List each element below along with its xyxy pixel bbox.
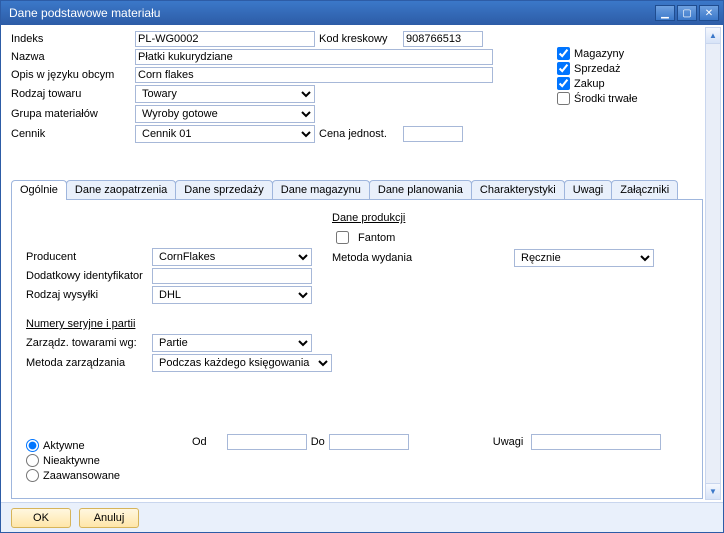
anuluj-button[interactable]: Anuluj bbox=[79, 508, 139, 528]
cennik-label: Cennik bbox=[11, 128, 131, 140]
nazwa-label: Nazwa bbox=[11, 51, 131, 63]
do-label: Do bbox=[311, 436, 325, 448]
vertical-scrollbar[interactable]: ▲ ▼ bbox=[705, 27, 721, 500]
fantom-label: Fantom bbox=[358, 232, 395, 244]
cena-input[interactable] bbox=[403, 126, 463, 142]
zaawansowane-radio[interactable] bbox=[26, 469, 39, 482]
titlebar: Dane podstawowe materiału ▁ ▢ ✕ bbox=[1, 1, 723, 25]
ok-button[interactable]: OK bbox=[11, 508, 71, 528]
cena-label: Cena jednost. bbox=[319, 128, 399, 140]
kod-label: Kod kreskowy bbox=[319, 33, 399, 45]
metodawyd-label: Metoda wydania bbox=[332, 252, 442, 264]
tab-charakterystyki[interactable]: Charakterystyki bbox=[471, 180, 565, 199]
aktywne-label: Aktywne bbox=[43, 440, 85, 452]
tab-magazynu[interactable]: Dane magazynu bbox=[272, 180, 370, 199]
flag-checkboxes: Magazyny Sprzedaż Zakup Środki trwałe bbox=[497, 47, 703, 107]
minimize-button[interactable]: ▁ bbox=[655, 5, 675, 21]
opis-label: Opis w języku obcym bbox=[11, 69, 131, 81]
magazyny-label: Magazyny bbox=[574, 48, 624, 60]
od-input[interactable] bbox=[227, 434, 307, 450]
nieaktywne-radio[interactable] bbox=[26, 454, 39, 467]
od-label: Od bbox=[192, 436, 207, 448]
tab-sprzedazy[interactable]: Dane sprzedaży bbox=[175, 180, 273, 199]
zaawansowane-label: Zaawansowane bbox=[43, 470, 120, 482]
header-form: Indeks Kod kreskowy Magazyny Sprzedaż Za… bbox=[11, 31, 703, 143]
nazwa-input[interactable] bbox=[135, 49, 493, 65]
tab-planowania[interactable]: Dane planowania bbox=[369, 180, 472, 199]
scroll-up-icon[interactable]: ▲ bbox=[706, 28, 720, 44]
rodzaj-label: Rodzaj towaru bbox=[11, 88, 131, 100]
tab-uwagi[interactable]: Uwagi bbox=[564, 180, 613, 199]
zakup-label: Zakup bbox=[574, 78, 605, 90]
metoda-label: Metoda zarządzania bbox=[26, 357, 146, 369]
aktywne-radio[interactable] bbox=[26, 439, 39, 452]
indeks-input[interactable] bbox=[135, 31, 315, 47]
numery-title: Numery seryjne i partii bbox=[26, 318, 688, 330]
producent-label: Producent bbox=[26, 251, 146, 263]
footer: OK Anuluj bbox=[1, 502, 723, 532]
cennik-select[interactable]: Cennik 01 bbox=[135, 125, 315, 143]
close-button[interactable]: ✕ bbox=[699, 5, 719, 21]
uwagi-label: Uwagi bbox=[493, 436, 524, 448]
srodki-checkbox[interactable] bbox=[557, 92, 570, 105]
tab-ogolnie[interactable]: Ogólnie bbox=[11, 180, 67, 200]
indeks-label: Indeks bbox=[11, 33, 131, 45]
sprzedaz-label: Sprzedaż bbox=[574, 63, 620, 75]
metoda-select[interactable]: Podczas każdego księgowania bbox=[152, 354, 332, 372]
do-input[interactable] bbox=[329, 434, 409, 450]
tab-zalaczniki[interactable]: Załączniki bbox=[611, 180, 678, 199]
kod-input[interactable] bbox=[403, 31, 483, 47]
material-master-window: Dane podstawowe materiału ▁ ▢ ✕ Indeks K… bbox=[0, 0, 724, 533]
opis-input[interactable] bbox=[135, 67, 493, 83]
producent-select[interactable]: CornFlakes bbox=[152, 248, 312, 266]
fantom-checkbox[interactable] bbox=[336, 231, 349, 244]
uwagi-input[interactable] bbox=[531, 434, 661, 450]
tab-zaopatrzenia[interactable]: Dane zaopatrzenia bbox=[66, 180, 176, 199]
nieaktywne-label: Nieaktywne bbox=[43, 455, 100, 467]
zakup-checkbox[interactable] bbox=[557, 77, 570, 90]
metodawyd-select[interactable]: Ręcznie bbox=[514, 249, 654, 267]
rodzajwysylki-label: Rodzaj wysyłki bbox=[26, 289, 146, 301]
tab-panel-ogolnie: Dane produkcji Fantom Metoda wydania Ręc… bbox=[11, 199, 703, 499]
tabstrip: Ogólnie Dane zaopatrzenia Dane sprzedaży… bbox=[11, 179, 703, 199]
zarzadz-label: Zarządz. towarami wg: bbox=[26, 337, 146, 349]
dodatkowy-input[interactable] bbox=[152, 268, 312, 284]
grupa-select[interactable]: Wyroby gotowe bbox=[135, 105, 315, 123]
status-radio-group: Aktywne Nieaktywne Zaawansowane bbox=[26, 439, 120, 484]
window-title: Dane podstawowe materiału bbox=[9, 6, 653, 20]
rodzajwysylki-select[interactable]: DHL bbox=[152, 286, 312, 304]
content-area: Indeks Kod kreskowy Magazyny Sprzedaż Za… bbox=[1, 25, 723, 502]
grupa-label: Grupa materiałów bbox=[11, 108, 131, 120]
magazyny-checkbox[interactable] bbox=[557, 47, 570, 60]
sprzedaz-checkbox[interactable] bbox=[557, 62, 570, 75]
zarzadz-select[interactable]: Partie bbox=[152, 334, 312, 352]
production-block: Dane produkcji Fantom Metoda wydania Ręc… bbox=[332, 206, 654, 269]
maximize-button[interactable]: ▢ bbox=[677, 5, 697, 21]
scroll-down-icon[interactable]: ▼ bbox=[706, 483, 720, 499]
daneprod-title: Dane produkcji bbox=[332, 212, 654, 224]
date-remarks-row: Od Do Uwagi bbox=[192, 434, 661, 450]
rodzaj-select[interactable]: Towary bbox=[135, 85, 315, 103]
dodatkowy-label: Dodatkowy identyfikator bbox=[26, 270, 146, 282]
srodki-label: Środki trwałe bbox=[574, 93, 638, 105]
